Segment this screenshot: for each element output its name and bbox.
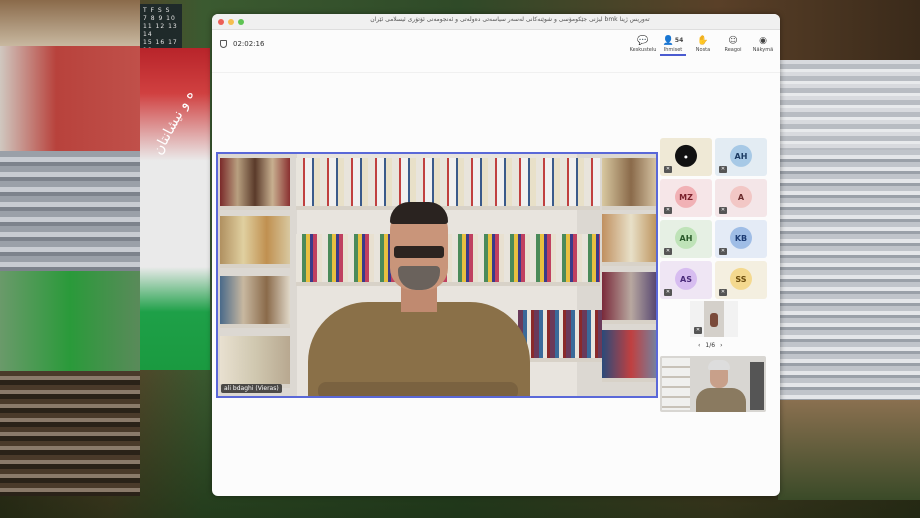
calendar-row: 7 8 9 10 (143, 15, 176, 22)
raise-hand-button[interactable]: ✋ Nosta (690, 34, 716, 56)
mic-off-icon: ✕ (664, 248, 672, 255)
background-strip (0, 151, 140, 271)
background-strip (0, 46, 140, 151)
people-label: Ihmiset (663, 47, 683, 53)
speaker-hair (390, 202, 448, 224)
mic-off-icon: ✕ (719, 166, 727, 173)
bookshelf-row (220, 336, 290, 388)
bookshelf-row (602, 272, 656, 324)
self-view-bookshelf (662, 358, 690, 410)
bookshelf-row (220, 276, 290, 328)
bookshelf-row (602, 330, 656, 382)
mic-off-icon: ✕ (719, 289, 727, 296)
mic-off-icon: ✕ (719, 248, 727, 255)
view-label: Näkymä (752, 47, 774, 53)
participant-tile[interactable]: MZ ✕ (660, 179, 712, 217)
smiley-icon: ☺ (728, 35, 738, 46)
participant-video-tile[interactable]: ✕ (690, 301, 738, 337)
background-strip (778, 150, 920, 400)
background-strip (0, 371, 140, 496)
participant-avatar: A (730, 185, 752, 208)
participant-grid: ● ✕ AH ✕ MZ ✕ A ✕ AH ✕ KB ✕ AS ✕ SS ✕ (660, 138, 768, 299)
participant-logo-avatar: ● (675, 144, 697, 167)
bookshelf-row (296, 234, 600, 286)
mic-off-icon: ✕ (664, 166, 672, 173)
main-video-feed[interactable]: ali bdaghi (Vieras) (216, 152, 658, 398)
shield-icon (220, 40, 227, 48)
react-button[interactable]: ☺ Reagoi (720, 34, 746, 56)
participant-pager: ‹ 1/6 › (698, 342, 722, 349)
bookshelf-row (220, 158, 290, 210)
chat-label: Keskustelu (629, 47, 657, 53)
speaker-glasses (394, 246, 444, 258)
toolbar-actions: 💬 Keskustelu 👤 54 Ihmiset ✋ Nosta ☺ Reago… (630, 34, 776, 56)
people-icon: 👤 54 (662, 35, 684, 46)
self-view-door (750, 362, 764, 410)
self-view-body (696, 388, 746, 412)
page-indicator: 1/6 (705, 342, 716, 349)
close-button[interactable] (218, 18, 224, 25)
bookshelf-row (296, 158, 600, 210)
bookshelf-row (602, 158, 656, 210)
react-label: Reagoi (724, 47, 742, 53)
window-title: لیژنی جێکومۆسی و شوێنەکانی لەسەر سیاسەتی… (370, 16, 650, 23)
participant-tile[interactable]: SS ✕ (715, 261, 767, 299)
calendar-row: T F S S (143, 7, 171, 14)
participant-tile[interactable]: A ✕ (715, 179, 767, 217)
prev-page-button[interactable]: ‹ (698, 342, 700, 349)
timer-text: 02:02:16 (233, 40, 265, 48)
participant-avatar: MZ (675, 185, 697, 208)
participant-avatar: KB (730, 226, 752, 249)
next-page-button[interactable]: › (720, 342, 722, 349)
background-strip (778, 60, 920, 150)
participant-avatar: AH (675, 226, 697, 249)
mic-off-icon: ✕ (719, 207, 727, 214)
view-button[interactable]: ◉ Näkymä (750, 34, 776, 56)
background-strip (0, 271, 140, 371)
calendar-widget: T F S S 7 8 9 10 11 12 13 14 15 16 17 18 (140, 4, 182, 54)
chat-icon: 💬 (637, 35, 649, 46)
title-bar: لیژنی جێکومۆسی و شوێنەکانی لەسەر سیاسەتی… (212, 14, 780, 30)
chat-button[interactable]: 💬 Keskustelu (629, 34, 657, 56)
flag-panel (140, 48, 210, 370)
meeting-toolbar: 02:02:16 💬 Keskustelu 👤 54 Ihmiset ✋ Nost… (212, 30, 780, 73)
speaker-arms (318, 382, 518, 396)
minimize-button[interactable] (228, 18, 234, 25)
mic-off-icon: ✕ (694, 327, 702, 334)
meeting-window: لیژنی جێکومۆسی و شوێنەکانی لەسەر سیاسەتی… (212, 14, 780, 496)
raise-hand-icon: ✋ (697, 35, 709, 46)
self-view-hair (708, 360, 730, 370)
participant-avatar: AH (730, 144, 752, 167)
mic-off-icon: ✕ (664, 207, 672, 214)
raise-hand-label: Nosta (695, 47, 711, 53)
mic-off-icon: ✕ (664, 289, 672, 296)
background-strip (778, 400, 920, 500)
participant-tile[interactable]: AH ✕ (715, 138, 767, 176)
participant-avatar: SS (730, 267, 752, 290)
participant-tile[interactable]: AH ✕ (660, 220, 712, 258)
self-view-tile[interactable] (660, 356, 766, 412)
speaker-name-tag: ali bdaghi (Vieras) (221, 384, 282, 393)
meeting-timer: 02:02:16 (220, 40, 264, 48)
calendar-row: 11 12 13 14 (143, 23, 178, 38)
bookshelf-row (518, 310, 602, 362)
bookshelf-row (220, 216, 290, 268)
participant-avatar: AS (675, 267, 697, 290)
people-button[interactable]: 👤 54 Ihmiset (660, 34, 686, 56)
people-count: 54 (674, 37, 684, 44)
view-icon: ◉ (759, 35, 767, 46)
background-strip (0, 0, 140, 46)
participant-tile[interactable]: AS ✕ (660, 261, 712, 299)
participant-tile[interactable]: KB ✕ (715, 220, 767, 258)
participant-tile[interactable]: ● ✕ (660, 138, 712, 176)
participant-video-thumbnail (704, 301, 724, 337)
bookshelf-row (602, 214, 656, 266)
